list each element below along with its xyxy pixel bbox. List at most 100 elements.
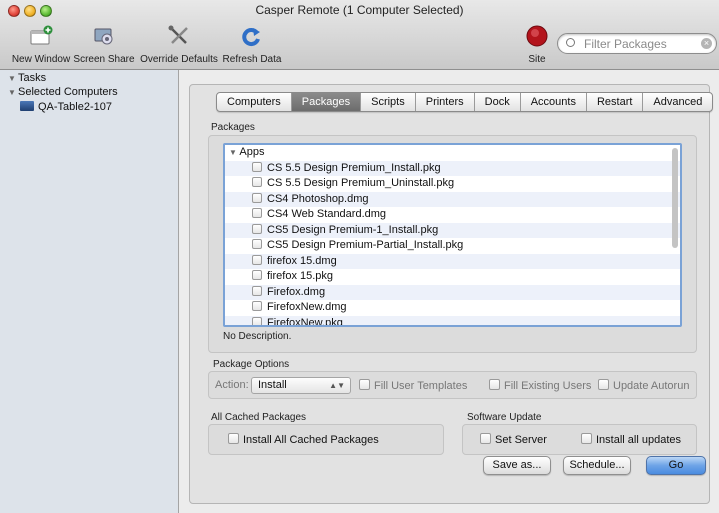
site-button[interactable]: Site xyxy=(519,22,555,68)
package-name: firefox 15.dmg xyxy=(267,254,337,267)
package-checkbox[interactable] xyxy=(252,208,262,218)
update-autorun-label: Update Autorun xyxy=(613,380,690,392)
list-group-apps[interactable]: ▼ Apps xyxy=(225,145,680,161)
package-name: firefox 15.pkg xyxy=(267,270,334,282)
package-checkbox[interactable] xyxy=(252,270,262,280)
package-checkbox[interactable] xyxy=(252,254,262,265)
update-autorun-checkbox[interactable]: Update Autorun xyxy=(598,379,689,392)
checkbox-box[interactable] xyxy=(228,433,239,444)
list-item[interactable]: Firefox.dmg xyxy=(225,284,680,300)
list-item[interactable]: FirefoxNew.dmg xyxy=(225,300,680,316)
filter-placeholder: Filter Packages xyxy=(584,37,667,51)
tab-accounts[interactable]: Accounts xyxy=(521,93,587,111)
tab-advanced[interactable]: Advanced xyxy=(643,93,712,111)
list-item[interactable]: FirefoxNew.pkg xyxy=(225,315,680,327)
package-name: CS 5.5 Design Premium_Install.pkg xyxy=(267,161,441,174)
tab-packages[interactable]: Packages xyxy=(291,93,362,111)
package-checkbox[interactable] xyxy=(252,192,262,203)
list-item[interactable]: CS5 Design Premium-Partial_Install.pkg xyxy=(225,238,680,254)
set-server-checkbox[interactable]: Set Server xyxy=(480,433,547,446)
save-as-button[interactable]: Save as... xyxy=(483,456,551,475)
fill-existing-users-checkbox[interactable]: Fill Existing Users xyxy=(489,379,591,392)
filter-packages-search[interactable]: Filter Packages × xyxy=(557,33,717,54)
refresh-data-button[interactable]: Refresh Data xyxy=(222,22,282,68)
tab-scripts[interactable]: Scripts xyxy=(361,93,416,111)
sidebar-selected-computers-label: Selected Computers xyxy=(18,86,118,98)
action-select-value: Install xyxy=(258,379,287,391)
package-checkbox[interactable] xyxy=(252,177,262,187)
disclosure-triangle-icon[interactable]: ▼ xyxy=(229,148,237,157)
minimize-window-icon[interactable] xyxy=(24,5,36,17)
new-window-label: New Window xyxy=(11,54,71,65)
site-icon xyxy=(526,25,548,47)
tab-dock[interactable]: Dock xyxy=(475,93,521,111)
list-item[interactable]: firefox 15.pkg xyxy=(225,269,680,285)
all-cached-packages-label: All Cached Packages xyxy=(211,412,307,423)
sidebar-selected-computers[interactable]: ▼ Selected Computers xyxy=(8,86,118,100)
zoom-window-icon[interactable] xyxy=(40,5,52,17)
package-checkbox[interactable] xyxy=(252,285,262,296)
list-item[interactable]: firefox 15.dmg xyxy=(225,253,680,269)
package-name: FirefoxNew.dmg xyxy=(267,301,347,313)
tab-computers[interactable]: Computers xyxy=(217,93,292,111)
site-label: Site xyxy=(528,54,546,65)
screen-share-icon xyxy=(94,28,113,45)
package-checkbox[interactable] xyxy=(252,161,262,172)
new-window-icon xyxy=(30,25,53,45)
sidebar-item-computer[interactable]: QA-Table2-107 xyxy=(20,101,112,115)
window-title: Casper Remote (1 Computer Selected) xyxy=(255,3,464,17)
software-update-label: Software Update xyxy=(467,412,542,423)
checkbox-box[interactable] xyxy=(359,379,370,390)
action-label: Action: xyxy=(215,379,249,391)
install-all-updates-checkbox[interactable]: Install all updates xyxy=(581,433,681,446)
checkbox-box[interactable] xyxy=(489,379,500,390)
group-label: Apps xyxy=(239,146,265,158)
checkbox-box[interactable] xyxy=(581,433,592,444)
tab-printers[interactable]: Printers xyxy=(416,93,475,111)
disclosure-triangle-icon[interactable]: ▼ xyxy=(8,88,18,97)
package-checkbox[interactable] xyxy=(252,239,262,249)
package-name: CS4 Photoshop.dmg xyxy=(267,192,369,205)
sidebar-tasks-label: Tasks xyxy=(18,72,47,84)
install-all-cached-label: Install All Cached Packages xyxy=(243,434,379,446)
package-checkbox[interactable] xyxy=(252,223,262,234)
disclosure-triangle-icon[interactable]: ▼ xyxy=(8,74,18,83)
action-select[interactable]: Install ▲▼ xyxy=(251,377,351,394)
refresh-data-label: Refresh Data xyxy=(222,54,282,65)
checkbox-box[interactable] xyxy=(598,379,609,390)
list-scrollbar[interactable] xyxy=(672,148,678,248)
checkbox-box[interactable] xyxy=(480,433,491,444)
screen-share-button[interactable]: Screen Share xyxy=(72,22,136,68)
packages-list[interactable]: ▼ Apps CS 5.5 Design Premium_Install.pkg… xyxy=(223,143,682,327)
package-checkbox[interactable] xyxy=(252,301,262,311)
sidebar-tasks[interactable]: ▼ Tasks xyxy=(8,72,46,86)
tab-restart[interactable]: Restart xyxy=(587,93,644,111)
list-item[interactable]: CS4 Photoshop.dmg xyxy=(225,191,680,207)
schedule-button[interactable]: Schedule... xyxy=(563,456,631,475)
set-server-label: Set Server xyxy=(495,434,547,446)
close-window-icon[interactable] xyxy=(8,5,20,17)
package-name: CS4 Web Standard.dmg xyxy=(267,208,387,220)
override-defaults-button[interactable]: Override Defaults xyxy=(139,22,219,68)
package-name: Firefox.dmg xyxy=(267,285,326,298)
go-button[interactable]: Go xyxy=(646,456,706,475)
list-item[interactable]: CS4 Web Standard.dmg xyxy=(225,207,680,223)
fill-user-templates-label: Fill User Templates xyxy=(374,380,468,392)
package-checkbox[interactable] xyxy=(252,316,262,325)
select-arrows-icon: ▲▼ xyxy=(329,381,345,390)
package-name: CS5 Design Premium-1_Install.pkg xyxy=(267,223,439,236)
override-defaults-label: Override Defaults xyxy=(140,54,218,65)
package-name: FirefoxNew.pkg xyxy=(267,316,343,327)
clear-search-icon[interactable]: × xyxy=(701,38,712,49)
sidebar: ▼ Tasks ▼ Selected Computers QA-Table2-107 xyxy=(0,70,179,513)
list-item[interactable]: CS5 Design Premium-1_Install.pkg xyxy=(225,222,680,238)
screen-share-label: Screen Share xyxy=(73,54,135,65)
fill-user-templates-checkbox[interactable]: Fill User Templates xyxy=(359,379,467,392)
install-all-updates-label: Install all updates xyxy=(596,434,681,446)
package-name: CS5 Design Premium-Partial_Install.pkg xyxy=(267,239,464,251)
computer-icon xyxy=(20,101,34,111)
list-item[interactable]: CS 5.5 Design Premium_Uninstall.pkg xyxy=(225,176,680,192)
list-item[interactable]: CS 5.5 Design Premium_Install.pkg xyxy=(225,160,680,176)
new-window-button[interactable]: New Window xyxy=(10,22,72,68)
install-all-cached-checkbox[interactable]: Install All Cached Packages xyxy=(228,433,379,446)
